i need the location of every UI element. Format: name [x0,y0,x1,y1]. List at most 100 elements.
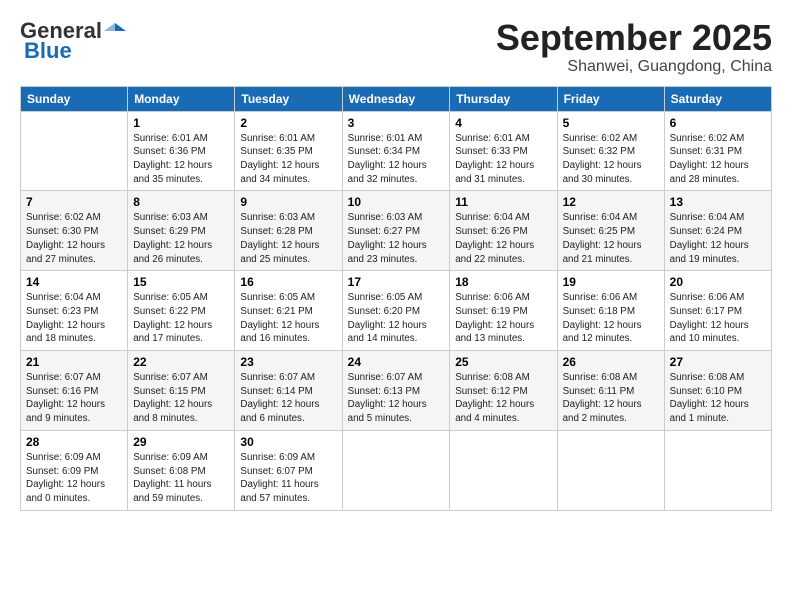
table-row: 18Sunrise: 6:06 AM Sunset: 6:19 PM Dayli… [450,271,557,351]
day-number: 9 [240,195,336,209]
day-number: 5 [563,116,659,130]
table-row: 22 Sunrise: 6:07 AM Sunset: 6:15 PM Dayli… [128,351,235,431]
table-row [342,430,450,510]
day-number: 4 [455,116,551,130]
day-number: 23 [240,355,336,369]
day-info: Sunrise: 6:01 AM Sunset: 6:33 PM Dayligh… [455,132,551,187]
day-number: 26 [563,355,659,369]
day-info: Sunrise: 6:04 AM Sunset: 6:24 PM Dayligh… [670,211,766,266]
month-title: September 2025 [496,18,772,58]
day-info: Sunrise: 6:03 AM Sunset: 6:29 PM Dayligh… [133,211,229,266]
calendar-table: Sunday Monday Tuesday Wednesday Thursday… [20,86,772,511]
day-info: Sunrise: 6:04 AM Sunset: 6:25 PM Dayligh… [563,211,659,266]
day-number: 11 [455,195,551,209]
day-info: Sunrise: 6:04 AM Sunset: 6:23 PM Dayligh… [26,291,122,346]
table-row: 25 Sunrise: 6:08 AM Sunset: 6:12 PM Dayli… [450,351,557,431]
table-row: 24 Sunrise: 6:07 AM Sunset: 6:13 PM Dayli… [342,351,450,431]
calendar-week-1: 1 Sunrise: 6:01 AM Sunset: 6:36 PM Daylig… [21,111,772,191]
calendar-header-row: Sunday Monday Tuesday Wednesday Thursday… [21,86,772,111]
day-number: 1 [133,116,229,130]
day-info: Sunrise: 6:06 AM Sunset: 6:18 PM Dayligh… [563,291,659,346]
day-number: 3 [348,116,445,130]
day-number: 25 [455,355,551,369]
logo-bird-icon [104,20,126,42]
day-number: 7 [26,195,122,209]
header-monday: Monday [128,86,235,111]
day-number: 30 [240,435,336,449]
day-info: Sunrise: 6:07 AM Sunset: 6:13 PM Dayligh… [348,371,445,426]
day-info: Sunrise: 6:02 AM Sunset: 6:31 PM Dayligh… [670,132,766,187]
day-info: Sunrise: 6:01 AM Sunset: 6:34 PM Dayligh… [348,132,445,187]
day-number: 13 [670,195,766,209]
header-friday: Friday [557,86,664,111]
day-info: Sunrise: 6:02 AM Sunset: 6:32 PM Dayligh… [563,132,659,187]
day-number: 17 [348,275,445,289]
day-number: 22 [133,355,229,369]
table-row: 20 Sunrise: 6:06 AM Sunset: 6:17 PM Dayli… [664,271,771,351]
table-row: 26 Sunrise: 6:08 AM Sunset: 6:11 PM Dayli… [557,351,664,431]
table-row: 19 Sunrise: 6:06 AM Sunset: 6:18 PM Dayli… [557,271,664,351]
day-number: 24 [348,355,445,369]
day-info: Sunrise: 6:08 AM Sunset: 6:12 PM Dayligh… [455,371,551,426]
table-row: 11 Sunrise: 6:04 AM Sunset: 6:26 PM Dayli… [450,191,557,271]
table-row: 17Sunrise: 6:05 AM Sunset: 6:20 PM Dayli… [342,271,450,351]
day-number: 16 [240,275,336,289]
day-info: Sunrise: 6:05 AM Sunset: 6:21 PM Dayligh… [240,291,336,346]
day-info: Sunrise: 6:04 AM Sunset: 6:26 PM Dayligh… [455,211,551,266]
table-row: 23 Sunrise: 6:07 AM Sunset: 6:14 PM Dayli… [235,351,342,431]
logo: General Blue [20,18,126,64]
table-row: 4 Sunrise: 6:01 AM Sunset: 6:33 PM Daylig… [450,111,557,191]
calendar-week-4: 21 Sunrise: 6:07 AM Sunset: 6:16 PM Dayli… [21,351,772,431]
table-row: 12 Sunrise: 6:04 AM Sunset: 6:25 PM Dayli… [557,191,664,271]
day-info: Sunrise: 6:07 AM Sunset: 6:14 PM Dayligh… [240,371,336,426]
table-row: 3 Sunrise: 6:01 AM Sunset: 6:34 PM Daylig… [342,111,450,191]
header-wednesday: Wednesday [342,86,450,111]
day-info: Sunrise: 6:05 AM Sunset: 6:22 PM Dayligh… [133,291,229,346]
table-row: 29Sunrise: 6:09 AM Sunset: 6:08 PM Dayli… [128,430,235,510]
table-row: 1 Sunrise: 6:01 AM Sunset: 6:36 PM Daylig… [128,111,235,191]
day-info: Sunrise: 6:01 AM Sunset: 6:36 PM Dayligh… [133,132,229,187]
day-number: 6 [670,116,766,130]
day-number: 20 [670,275,766,289]
day-info: Sunrise: 6:06 AM Sunset: 6:19 PM Dayligh… [455,291,551,346]
day-info: Sunrise: 6:08 AM Sunset: 6:10 PM Dayligh… [670,371,766,426]
table-row: 15Sunrise: 6:05 AM Sunset: 6:22 PM Dayli… [128,271,235,351]
table-row [450,430,557,510]
table-row: 10 Sunrise: 6:03 AM Sunset: 6:27 PM Dayli… [342,191,450,271]
header-saturday: Saturday [664,86,771,111]
day-info: Sunrise: 6:07 AM Sunset: 6:16 PM Dayligh… [26,371,122,426]
logo-text-blue: Blue [24,38,72,64]
day-info: Sunrise: 6:09 AM Sunset: 6:07 PM Dayligh… [240,451,336,506]
day-number: 19 [563,275,659,289]
day-number: 10 [348,195,445,209]
day-number: 21 [26,355,122,369]
day-number: 12 [563,195,659,209]
table-row: 27 Sunrise: 6:08 AM Sunset: 6:10 PM Dayli… [664,351,771,431]
day-number: 27 [670,355,766,369]
table-row: 9Sunrise: 6:03 AM Sunset: 6:28 PM Daylig… [235,191,342,271]
table-row: 8 Sunrise: 6:03 AM Sunset: 6:29 PM Daylig… [128,191,235,271]
page-header: General Blue September 2025 Shanwei, Gua… [20,18,772,76]
table-row: 14Sunrise: 6:04 AM Sunset: 6:23 PM Dayli… [21,271,128,351]
table-row: 2 Sunrise: 6:01 AM Sunset: 6:35 PM Daylig… [235,111,342,191]
table-row [21,111,128,191]
table-row: 5 Sunrise: 6:02 AM Sunset: 6:32 PM Daylig… [557,111,664,191]
day-info: Sunrise: 6:06 AM Sunset: 6:17 PM Dayligh… [670,291,766,346]
day-info: Sunrise: 6:01 AM Sunset: 6:35 PM Dayligh… [240,132,336,187]
day-number: 28 [26,435,122,449]
calendar-week-5: 28Sunrise: 6:09 AM Sunset: 6:09 PM Dayli… [21,430,772,510]
day-number: 8 [133,195,229,209]
day-number: 2 [240,116,336,130]
table-row: 13 Sunrise: 6:04 AM Sunset: 6:24 PM Dayli… [664,191,771,271]
table-row: 30 Sunrise: 6:09 AM Sunset: 6:07 PM Dayli… [235,430,342,510]
header-tuesday: Tuesday [235,86,342,111]
header-sunday: Sunday [21,86,128,111]
location: Shanwei, Guangdong, China [496,58,772,76]
day-info: Sunrise: 6:08 AM Sunset: 6:11 PM Dayligh… [563,371,659,426]
table-row: 28Sunrise: 6:09 AM Sunset: 6:09 PM Dayli… [21,430,128,510]
calendar-week-2: 7 Sunrise: 6:02 AM Sunset: 6:30 PM Daylig… [21,191,772,271]
day-info: Sunrise: 6:03 AM Sunset: 6:27 PM Dayligh… [348,211,445,266]
day-info: Sunrise: 6:07 AM Sunset: 6:15 PM Dayligh… [133,371,229,426]
day-info: Sunrise: 6:02 AM Sunset: 6:30 PM Dayligh… [26,211,122,266]
calendar-week-3: 14Sunrise: 6:04 AM Sunset: 6:23 PM Dayli… [21,271,772,351]
